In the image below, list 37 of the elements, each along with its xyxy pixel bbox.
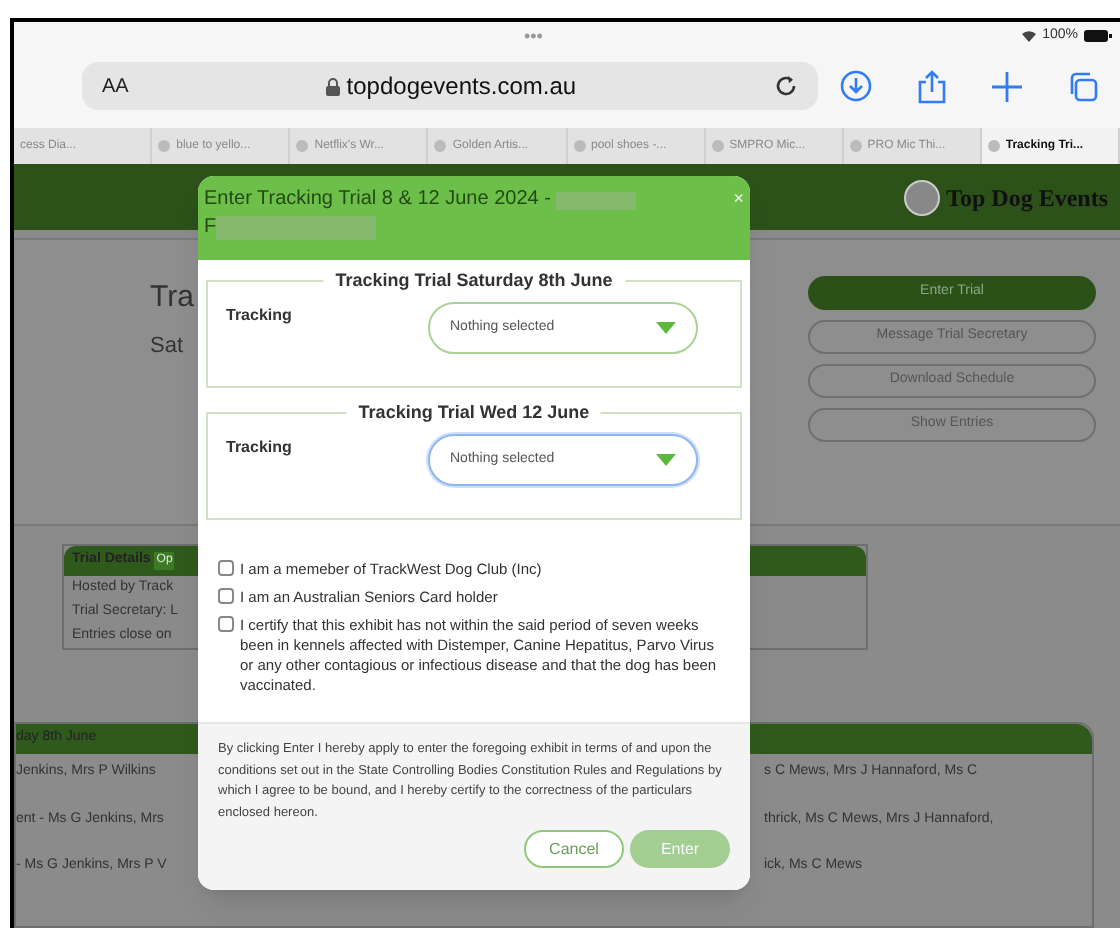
class-label: Tracking — [226, 436, 292, 460]
text-size-button[interactable]: AA — [102, 71, 129, 101]
favicon-icon — [711, 140, 724, 152]
download-icon[interactable] — [840, 70, 873, 102]
address-bar[interactable]: AA topdogevents.com.au — [82, 62, 818, 110]
reload-icon[interactable] — [774, 74, 798, 98]
favicon-icon — [573, 140, 585, 152]
url-text: topdogevents.com.au — [346, 70, 577, 104]
favicon-icon — [987, 140, 1000, 152]
plus-icon[interactable] — [991, 71, 1022, 101]
class-label: Tracking — [226, 304, 292, 328]
caret-icon — [656, 454, 676, 466]
checkbox[interactable] — [218, 560, 234, 576]
favicon-icon — [296, 140, 309, 152]
dialog-button[interactable]: Cancel — [524, 830, 624, 868]
lock-icon — [326, 77, 341, 95]
share-icon[interactable] — [918, 69, 947, 103]
close-button[interactable]: × — [733, 186, 744, 210]
caret-icon — [656, 322, 676, 334]
logo-icon — [904, 179, 941, 215]
trial-date: Sat — [150, 331, 184, 361]
favicon-icon — [434, 140, 447, 152]
battery-icon — [1084, 30, 1112, 42]
tabs-icon[interactable] — [1067, 71, 1098, 101]
site-logo: Top Dog Events — [946, 181, 1108, 215]
checkbox[interactable] — [218, 588, 234, 604]
fieldset-legend: Tracking Trial Wed 12 June — [346, 400, 602, 427]
fieldset-legend: Tracking Trial Saturday 8th June — [323, 268, 625, 295]
checkbox[interactable] — [218, 616, 234, 632]
favicon-icon — [158, 140, 171, 152]
multitask-dots[interactable]: ••• — [524, 27, 543, 45]
favicon-icon — [849, 140, 862, 152]
dialog-title: Enter Tracking Trial 8 & 12 June 2024 - — [204, 186, 551, 214]
dialog-title: F — [204, 214, 217, 242]
redaction-bar — [556, 191, 637, 209]
wifi-icon — [1022, 30, 1037, 42]
trial-title: Tra — [150, 278, 194, 318]
